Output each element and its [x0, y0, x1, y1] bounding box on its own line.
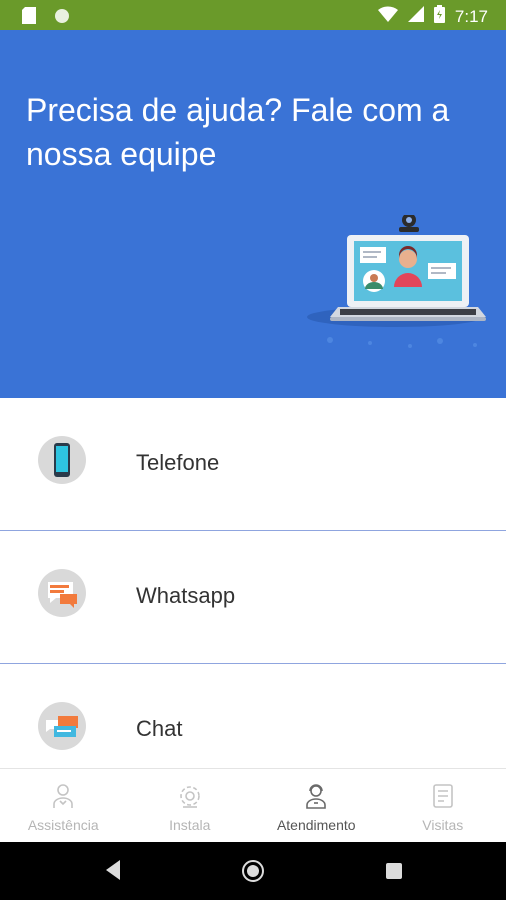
option-chat[interactable]: Chat	[0, 664, 506, 768]
nav-label: Assistência	[27, 817, 99, 833]
attendant-icon	[304, 783, 328, 814]
nav-label: Visitas	[422, 817, 464, 833]
system-navigation-bar	[0, 842, 506, 900]
bottom-navigation: Assistência Instala Atendimento Visitas	[0, 768, 506, 843]
recents-icon[interactable]	[385, 862, 403, 885]
option-label: Chat	[136, 716, 183, 741]
wifi-icon	[377, 6, 398, 27]
chat-bubbles-icon	[38, 702, 86, 750]
hero-banner: Precisa de ajuda? Fale com a nossa equip…	[0, 30, 506, 398]
back-icon[interactable]	[104, 858, 122, 887]
laptop-video-call-illustration	[300, 213, 490, 390]
option-label: Telefone	[136, 450, 220, 475]
nav-visitas[interactable]: Visitas	[380, 769, 506, 843]
nav-atendimento[interactable]: Atendimento	[253, 769, 380, 843]
battery-icon	[433, 5, 445, 28]
option-whatsapp[interactable]: Whatsapp	[0, 531, 506, 664]
chat-bubble-icon	[38, 569, 86, 617]
gear-icon	[177, 783, 203, 814]
option-telefone[interactable]: Telefone	[0, 398, 506, 531]
contact-options-list: Telefone Whatsapp Chat	[0, 398, 506, 768]
nav-label: Atendimento	[276, 817, 356, 833]
page-title: Precisa de ajuda? Fale com a nossa equip…	[26, 92, 450, 172]
nav-assistencia[interactable]: Assistência	[0, 769, 127, 843]
status-bar: 7:17	[0, 0, 506, 30]
nav-label: Instala	[169, 817, 211, 833]
checklist-icon	[432, 783, 454, 814]
nav-instala[interactable]: Instala	[127, 769, 254, 843]
signal-icon	[407, 6, 424, 27]
option-label: Whatsapp	[136, 583, 236, 608]
circle-notification-icon	[54, 8, 70, 29]
home-icon[interactable]	[241, 859, 265, 888]
technician-icon	[51, 783, 75, 814]
status-time: 7:17	[454, 6, 488, 26]
smartphone-icon	[38, 436, 86, 484]
sd-card-icon	[22, 7, 36, 29]
